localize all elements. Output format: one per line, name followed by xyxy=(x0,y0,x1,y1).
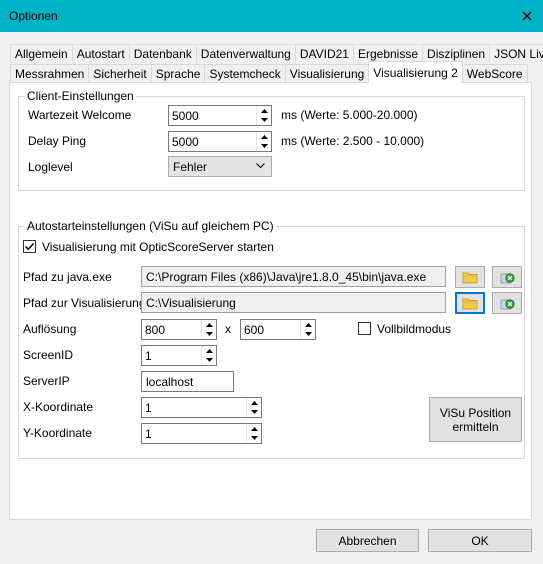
tab-panel: Client-Einstellungen Wartezeit Welcome 5… xyxy=(9,82,532,520)
folder-icon xyxy=(462,298,478,309)
close-icon xyxy=(522,11,532,21)
tab-datenverwaltung[interactable]: Datenverwaltung xyxy=(195,44,296,63)
screenid-arrows xyxy=(201,346,216,365)
start-visu-checkbox[interactable] xyxy=(23,240,36,253)
title-bar: Optionen xyxy=(0,0,543,32)
clear-java-button[interactable] xyxy=(492,266,522,288)
browse-visu-button[interactable] xyxy=(455,292,485,314)
tab-allgemein[interactable]: Allgemein xyxy=(10,44,73,63)
chevron-down-icon xyxy=(256,163,265,169)
wartezeit-stepper[interactable]: 5000 xyxy=(168,105,272,126)
fullscreen-checkbox[interactable] xyxy=(358,322,371,335)
resolution-height-arrows xyxy=(300,320,315,339)
delay-arrows xyxy=(256,132,271,151)
clear-icon xyxy=(500,299,515,310)
tab-autostart[interactable]: Autostart xyxy=(71,44,130,63)
resolution-label: Auflösung xyxy=(23,322,77,336)
tab-sicherheit[interactable]: Sicherheit xyxy=(88,64,152,83)
folder-icon xyxy=(462,272,478,283)
delay-label: Delay Ping xyxy=(28,134,87,148)
window-title: Optionen xyxy=(9,9,58,23)
screenid-value: 1 xyxy=(145,349,152,363)
xkoord-value: 1 xyxy=(145,401,152,415)
autostart-settings-title: Autostarteinstellungen (ViSu auf gleiche… xyxy=(25,219,276,233)
delay-value: 5000 xyxy=(172,135,199,149)
client-settings-group: Client-Einstellungen Wartezeit Welcome 5… xyxy=(18,89,525,191)
tab-webscore[interactable]: WebScore xyxy=(461,64,528,83)
screenid-label: ScreenID xyxy=(23,348,74,362)
spin-down-icon[interactable] xyxy=(247,408,261,418)
screenid-stepper[interactable]: 1 xyxy=(141,345,217,366)
visu-position-button[interactable]: ViSu Position ermitteln xyxy=(429,397,522,442)
xkoord-stepper[interactable]: 1 xyxy=(141,397,262,418)
resolution-height-stepper[interactable]: 600 xyxy=(240,319,316,340)
wartezeit-label: Wartezeit Welcome xyxy=(28,108,132,122)
spin-down-icon[interactable] xyxy=(202,356,216,366)
resolution-width-arrows xyxy=(201,320,216,339)
start-visu-label: Visualisierung mit OpticScoreServer star… xyxy=(42,240,274,254)
ykoord-stepper[interactable]: 1 xyxy=(141,423,262,444)
delay-stepper[interactable]: 5000 xyxy=(168,131,272,152)
tab-sprache[interactable]: Sprache xyxy=(150,64,206,83)
tab-david21[interactable]: DAVID21 xyxy=(294,44,354,63)
tab-row-1: Allgemein Autostart Datenbank Datenverwa… xyxy=(10,44,543,63)
serverip-field[interactable]: localhost xyxy=(141,371,234,392)
fullscreen-label: Vollbildmodus xyxy=(377,322,452,336)
tab-messrahmen[interactable]: Messrahmen xyxy=(10,64,90,83)
close-button[interactable] xyxy=(511,0,543,32)
wartezeit-arrows xyxy=(256,106,271,125)
spin-up-icon[interactable] xyxy=(257,132,271,142)
clear-visu-button[interactable] xyxy=(492,292,522,314)
tab-visualisierung-2[interactable]: Visualisierung 2 xyxy=(368,61,463,83)
ok-button[interactable]: OK xyxy=(428,529,532,552)
wartezeit-hint: ms (Werte: 5.000-20.000) xyxy=(281,108,418,122)
tab-datenbank[interactable]: Datenbank xyxy=(128,44,197,63)
delay-hint: ms (Werte: 2.500 - 10.000) xyxy=(281,134,425,148)
browse-java-button[interactable] xyxy=(455,266,485,288)
spin-down-icon[interactable] xyxy=(301,330,315,340)
autostart-settings-group: Autostarteinstellungen (ViSu auf gleiche… xyxy=(18,219,525,459)
client-settings-title: Client-Einstellungen xyxy=(25,89,136,103)
serverip-label: ServerIP xyxy=(23,374,70,388)
tab-systemcheck[interactable]: Systemcheck xyxy=(204,64,286,83)
resolution-width-stepper[interactable]: 800 xyxy=(141,319,217,340)
spin-down-icon[interactable] xyxy=(257,116,271,126)
wartezeit-value: 5000 xyxy=(172,109,199,123)
ykoord-label: Y-Koordinate xyxy=(23,426,92,440)
spin-up-icon[interactable] xyxy=(247,398,261,408)
checkmark-icon xyxy=(24,242,35,251)
spin-up-icon[interactable] xyxy=(301,320,315,330)
visu-path-field[interactable]: C:\Visualisierung xyxy=(141,292,446,313)
xkoord-arrows xyxy=(246,398,261,417)
visu-path-label: Pfad zur Visualisierung xyxy=(23,296,146,310)
tab-json-live[interactable]: JSON Live xyxy=(489,44,543,63)
clear-icon xyxy=(500,273,515,284)
loglevel-select[interactable]: Fehler xyxy=(168,156,272,177)
spin-up-icon[interactable] xyxy=(257,106,271,116)
loglevel-label: Loglevel xyxy=(28,160,73,174)
resolution-height-value: 600 xyxy=(244,323,265,337)
java-path-field[interactable]: C:\Program Files (x86)\Java\jre1.8.0_45\… xyxy=(141,266,446,287)
spin-down-icon[interactable] xyxy=(257,142,271,152)
tab-visualisierung[interactable]: Visualisierung xyxy=(284,64,370,83)
ykoord-value: 1 xyxy=(145,427,152,441)
xkoord-label: X-Koordinate xyxy=(23,400,94,414)
loglevel-value: Fehler xyxy=(173,160,208,174)
tab-row-2: Messrahmen Sicherheit Sprache Systemchec… xyxy=(10,61,528,83)
cancel-button[interactable]: Abbrechen xyxy=(316,529,419,552)
resolution-width-value: 800 xyxy=(145,323,166,337)
java-path-label: Pfad zu java.exe xyxy=(23,270,112,284)
spin-up-icon[interactable] xyxy=(202,346,216,356)
spin-up-icon[interactable] xyxy=(247,424,261,434)
ykoord-arrows xyxy=(246,424,261,443)
spin-down-icon[interactable] xyxy=(247,434,261,444)
resolution-separator: x xyxy=(225,322,231,336)
spin-up-icon[interactable] xyxy=(202,320,216,330)
spin-down-icon[interactable] xyxy=(202,330,216,340)
